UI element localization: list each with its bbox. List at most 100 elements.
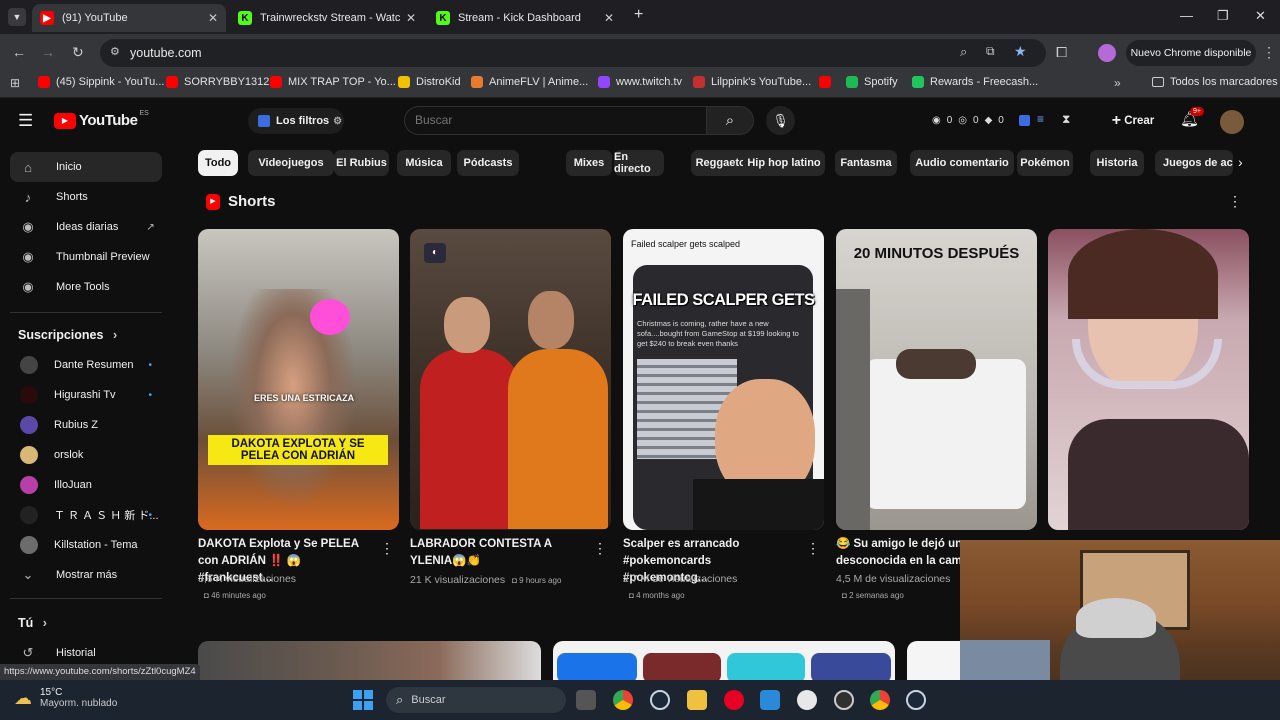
chip-filter[interactable]: Música: [397, 150, 451, 176]
bookmark-item[interactable]: Spotify: [846, 76, 898, 88]
start-button[interactable]: [353, 690, 373, 710]
taskbar-search[interactable]: ⌕ Buscar: [386, 687, 566, 713]
close-tab-icon[interactable]: ✕: [604, 11, 614, 25]
chrome-icon[interactable]: [613, 690, 633, 710]
back-icon[interactable]: ←: [12, 44, 26, 60]
tab-trainwreckstv[interactable]: K Trainwreckstv Stream - Watch Li ✕: [230, 4, 424, 32]
search-button[interactable]: ⌕: [706, 106, 754, 135]
list-icon[interactable]: ≡: [1037, 112, 1044, 126]
subscription-item[interactable]: Dante Resumen •: [10, 350, 162, 380]
subscription-item[interactable]: IlloJuan: [10, 470, 162, 500]
youtube-logo[interactable]: ▶ YouTube ES: [54, 110, 149, 129]
bookmark-item[interactable]: Lilppink's YouTube...: [693, 76, 811, 88]
sidebar-item-ideas-diarias[interactable]: ◉ Ideas diarias ↗: [10, 212, 162, 242]
short-menu-icon[interactable]: ⋮: [806, 540, 820, 557]
extensions-icon[interactable]: ⧠: [1056, 44, 1067, 61]
account-avatar[interactable]: [1220, 110, 1244, 134]
filters-button[interactable]: Los filtros ⚙: [248, 108, 344, 134]
chrome-profile-icon[interactable]: [870, 690, 890, 710]
tab-youtube[interactable]: ▶ (91) YouTube ✕: [32, 4, 226, 32]
tab-kick-dashboard[interactable]: K Stream - Kick Dashboard ✕: [428, 4, 622, 32]
chip-filter[interactable]: Historia: [1090, 150, 1144, 176]
subscription-item[interactable]: Higurashi Tv •: [10, 380, 162, 410]
tab-list-dropdown[interactable]: ▼: [8, 8, 26, 26]
apps-icon[interactable]: ⊞: [10, 76, 20, 90]
close-tab-icon[interactable]: ✕: [406, 11, 416, 25]
notifications-button[interactable]: 🔔︎ 9+: [1180, 107, 1204, 128]
forward-icon[interactable]: →: [41, 44, 55, 60]
short-thumbnail[interactable]: [1048, 229, 1249, 530]
sidebar-item-inicio[interactable]: ⌂ Inicio: [10, 152, 162, 182]
store-icon[interactable]: [760, 690, 780, 710]
shelf-menu-icon[interactable]: ⋮: [1228, 193, 1242, 210]
subscription-item[interactable]: Rubius Z: [10, 410, 162, 440]
chips-next-icon[interactable]: ›: [1238, 154, 1243, 170]
chip-filter[interactable]: Juegos de acci: [1155, 150, 1233, 176]
short-thumbnail[interactable]: ERES UNA ESTRICAZA DAKOTA EXPLOTA Y SE P…: [198, 229, 399, 530]
pinterest-icon[interactable]: [724, 690, 744, 710]
weather-widget[interactable]: ☁ 15°C Mayorm. nublado: [14, 687, 117, 709]
maximize-icon[interactable]: ❐: [1217, 8, 1229, 24]
bookmark-item[interactable]: SORRYBBY1312: [166, 76, 269, 88]
chip-filter[interactable]: Pokémon: [1017, 150, 1073, 176]
address-bar[interactable]: ⚙ youtube.com ⌕ ⧉ ★: [100, 39, 1046, 67]
short-thumbnail[interactable]: ◐: [410, 229, 611, 530]
close-window-icon[interactable]: ✕: [1255, 8, 1266, 24]
bookmark-item[interactable]: DistroKid: [398, 76, 461, 88]
search-box[interactable]: [404, 106, 706, 135]
translate-icon[interactable]: ⧗: [1062, 112, 1070, 127]
subscription-item[interactable]: Ｔ Ｒ Ａ Ｓ Ｈ 新 ド... •: [10, 500, 162, 530]
bookmark-item[interactable]: [819, 76, 837, 88]
task-view-icon[interactable]: [576, 690, 596, 710]
more-bookmarks-icon[interactable]: »: [1114, 76, 1121, 90]
create-button[interactable]: + Crear: [1104, 107, 1162, 135]
install-icon[interactable]: ⧉: [986, 44, 995, 59]
short-thumbnail[interactable]: 20 MINUTOS DESPUÉS: [836, 229, 1037, 530]
chip-filter[interactable]: Hip hop latino: [743, 150, 825, 176]
voice-search-button[interactable]: 🎙: [766, 106, 795, 135]
bookmark-item[interactable]: www.twitch.tv: [598, 76, 682, 88]
short-title[interactable]: LABRADOR CONTESTA A YLENIA😱👏: [410, 536, 585, 570]
minimize-icon[interactable]: —: [1180, 8, 1193, 23]
subscription-item[interactable]: orslok: [10, 440, 162, 470]
you-header[interactable]: Tú ›: [18, 616, 47, 630]
chip-filter[interactable]: Audio comentario: [910, 150, 1014, 176]
all-bookmarks[interactable]: Todos los marcadores: [1152, 76, 1278, 88]
short-title[interactable]: 😂 Su amigo le dejó un desconocida en la …: [836, 536, 964, 570]
chip-filter[interactable]: Fantasma: [835, 150, 897, 176]
video-thumbnail[interactable]: [907, 641, 967, 680]
new-tab-button[interactable]: +: [634, 6, 643, 24]
profile-avatar[interactable]: [1098, 44, 1116, 62]
chip-filter[interactable]: En directo: [614, 150, 664, 176]
chip-filter[interactable]: Mixes: [566, 150, 612, 176]
bookmark-item[interactable]: Rewards - Freecash...: [912, 76, 1038, 88]
chip-filter[interactable]: Videojuegos: [248, 150, 334, 176]
close-tab-icon[interactable]: ✕: [208, 11, 218, 25]
menu-icon[interactable]: ⋮: [1262, 44, 1276, 61]
sidebar-item-more-tools[interactable]: ◉ More Tools: [10, 272, 162, 302]
file-explorer-icon[interactable]: [687, 690, 707, 710]
chip-filter[interactable]: El Rubius: [334, 150, 389, 176]
bookmark-item[interactable]: AnimeFLV | Anime...: [471, 76, 588, 88]
bookmark-item[interactable]: MIX TRAP TOP - Yo...: [270, 76, 396, 88]
short-menu-icon[interactable]: ⋮: [593, 540, 607, 557]
chatgpt-icon[interactable]: [797, 690, 817, 710]
ext-icon-blue[interactable]: [1019, 115, 1030, 126]
sidebar-item-thumbnail-preview[interactable]: ◉ Thumbnail Preview: [10, 242, 162, 272]
video-thumbnail[interactable]: [198, 641, 541, 680]
short-thumbnail[interactable]: Failed scalper gets scalped FAILED SCALP…: [623, 229, 824, 530]
star-icon[interactable]: ★: [1014, 43, 1027, 60]
zoom-icon[interactable]: ⌕: [960, 44, 967, 60]
steam-icon[interactable]: [650, 690, 670, 710]
subscriptions-header[interactable]: Suscripciones ›: [18, 328, 117, 342]
sidebar-item-shorts[interactable]: ♪ Shorts: [10, 182, 162, 212]
chrome-update-button[interactable]: Nuevo Chrome disponible: [1126, 40, 1256, 66]
bookmark-item[interactable]: (45) Sippink - YouTu...: [38, 76, 164, 88]
short-menu-icon[interactable]: ⋮: [380, 540, 394, 557]
reload-icon[interactable]: ↻: [72, 44, 84, 61]
search-input[interactable]: [415, 113, 695, 127]
show-more-button[interactable]: ⌄ Mostrar más: [10, 560, 162, 590]
chip-filter[interactable]: Pódcasts: [457, 150, 519, 176]
chip-todo[interactable]: Todo: [198, 150, 238, 176]
subscription-item[interactable]: Killstation - Tema: [10, 530, 162, 560]
